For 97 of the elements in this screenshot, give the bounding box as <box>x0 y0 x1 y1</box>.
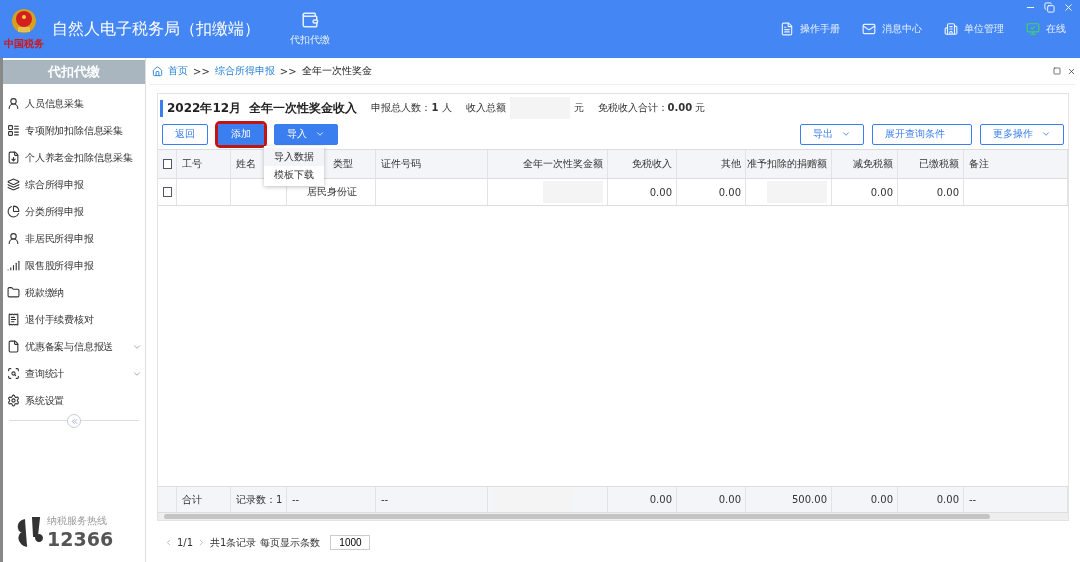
summary-label: 收入总额 <box>465 101 506 115</box>
sidebar-item[interactable]: 税款缴纳 <box>3 279 145 306</box>
page-title: 2022年12月 全年一次性奖金收入 <box>160 99 358 117</box>
toolbar-button[interactable]: 导入 <box>274 123 338 145</box>
table-cell: 0.00 <box>870 186 893 198</box>
breadcrumb-link[interactable]: 首页 <box>168 64 188 78</box>
record-count: 共1条记录 <box>210 535 257 550</box>
receipt-icon <box>7 313 20 326</box>
table-cell: 0.00 <box>936 186 959 198</box>
bars-icon <box>7 259 20 272</box>
page-size-field[interactable]: 1000 <box>330 535 371 550</box>
pension-icon <box>7 151 20 164</box>
sidebar-item[interactable]: 专项附加扣除信息采集 <box>3 117 145 144</box>
column-header[interactable]: 证件号码 <box>381 157 421 171</box>
chevrons-left-icon <box>69 416 79 426</box>
layers-icon <box>7 178 20 191</box>
person-icon <box>7 232 20 245</box>
hotline-icon <box>15 516 43 548</box>
hotline-label: 纳税服务热线 <box>47 514 108 528</box>
toolbar-button[interactable]: 返回 <box>162 123 208 145</box>
breadcrumb-separator: >> <box>193 65 210 77</box>
restore-icon[interactable] <box>1053 66 1061 75</box>
folder-icon <box>7 286 20 299</box>
total-cell: 500.00 <box>792 494 827 505</box>
sidebar-item[interactable]: 人员信息采集 <box>3 90 145 117</box>
close-icon[interactable] <box>1067 66 1076 76</box>
total-cell: -- <box>381 494 389 505</box>
sidebar-item[interactable]: 查询统计 <box>3 360 145 387</box>
menu-item[interactable]: 导入数据 <box>264 148 324 166</box>
total-cell: 0.00 <box>649 494 672 505</box>
toolbar-button[interactable]: 展开查询条件 <box>872 123 972 145</box>
column-header[interactable]: 姓名 <box>236 157 256 171</box>
table-cell: 居民身份证 <box>307 185 357 199</box>
summary-text: 申报总人数：1 人 <box>371 101 452 115</box>
home-icon[interactable] <box>152 65 163 77</box>
page-indicator: 1/1 <box>177 537 194 548</box>
sidebar-item[interactable]: 退付手续费核对 <box>3 306 145 333</box>
collapse-button[interactable] <box>67 414 81 428</box>
document-icon <box>780 22 794 36</box>
column-header[interactable]: 类型 <box>333 157 353 171</box>
toolbar-button[interactable]: 添加 <box>218 123 264 145</box>
column-header[interactable]: 准予扣除的捐赠额 <box>747 157 827 171</box>
total-cell: 0.00 <box>870 494 893 505</box>
total-cell: -- <box>292 494 300 505</box>
page-size-label: 每页显示条数 <box>260 535 321 550</box>
logo-caption: 中国税务 <box>4 37 44 51</box>
table-cell: 0.00 <box>649 186 672 198</box>
column-header[interactable]: 减免税额 <box>853 157 893 171</box>
column-header[interactable]: 其他 <box>721 157 741 171</box>
scrollbar[interactable] <box>158 513 1068 520</box>
total-cell: 0.00 <box>936 494 959 505</box>
caret-icon <box>315 129 325 139</box>
row-checkbox[interactable] <box>163 187 172 197</box>
wallet-icon <box>301 11 319 29</box>
file-icon <box>7 340 20 353</box>
mail-icon <box>862 22 876 36</box>
sidebar-item[interactable]: 限售股所得申报 <box>3 252 145 279</box>
table-cell: 0.00 <box>718 186 741 198</box>
summary-unit: 元 <box>573 101 584 115</box>
column-header[interactable]: 免税收入 <box>632 157 672 171</box>
person-icon <box>7 97 20 110</box>
sidebar-item[interactable]: 优惠备案与信息报送 <box>3 333 145 360</box>
breadcrumb-link[interactable]: 综合所得申报 <box>214 64 275 78</box>
search-icon <box>7 367 20 380</box>
monitor-check-icon <box>1026 22 1040 36</box>
toolbar-button[interactable]: 导出 <box>800 123 864 145</box>
sidebar-item[interactable]: 非居民所得申报 <box>3 225 145 252</box>
summary-text: 免税收入合计：0.00 元 <box>597 101 706 115</box>
pie-icon <box>7 205 20 218</box>
breadcrumb-current[interactable]: 全年一次性奖金 <box>301 64 372 78</box>
hotline-number: 12366 <box>47 528 114 550</box>
restore-icon[interactable] <box>1044 2 1055 13</box>
close-icon[interactable] <box>1063 2 1074 13</box>
select-all-checkbox[interactable] <box>163 159 172 169</box>
sidebar-title: 代扣代缴 <box>3 60 145 84</box>
caret-icon <box>841 129 851 139</box>
settings-icon <box>7 394 20 407</box>
app-title: 自然人电子税务局（扣缴端） <box>52 18 260 40</box>
breadcrumb-separator: >> <box>279 65 297 77</box>
column-header[interactable]: 备注 <box>969 157 989 171</box>
toolbar-button[interactable]: 更多操作 <box>980 123 1064 145</box>
total-cell: 记录数：1 <box>236 492 283 507</box>
column-header[interactable]: 全年一次性奖金额 <box>523 157 603 171</box>
sidebar-item[interactable]: 分类所得申报 <box>3 198 145 225</box>
sidebar-item[interactable]: 个人养老金扣除信息采集 <box>3 144 145 171</box>
column-header[interactable]: 已缴税额 <box>919 157 959 171</box>
total-cell: 合计 <box>182 492 202 507</box>
column-header[interactable]: 工号 <box>182 157 202 171</box>
caret-icon <box>1041 129 1051 139</box>
building-icon <box>944 22 958 36</box>
sidebar-item[interactable]: 系统设置 <box>3 387 145 414</box>
total-cell: 0.00 <box>718 494 741 505</box>
sidebar-item[interactable]: 综合所得申报 <box>3 171 145 198</box>
menu-item[interactable]: 模板下载 <box>264 166 324 184</box>
list-icon <box>7 124 20 137</box>
total-cell: -- <box>969 494 977 505</box>
previous-icon[interactable] <box>164 538 173 547</box>
